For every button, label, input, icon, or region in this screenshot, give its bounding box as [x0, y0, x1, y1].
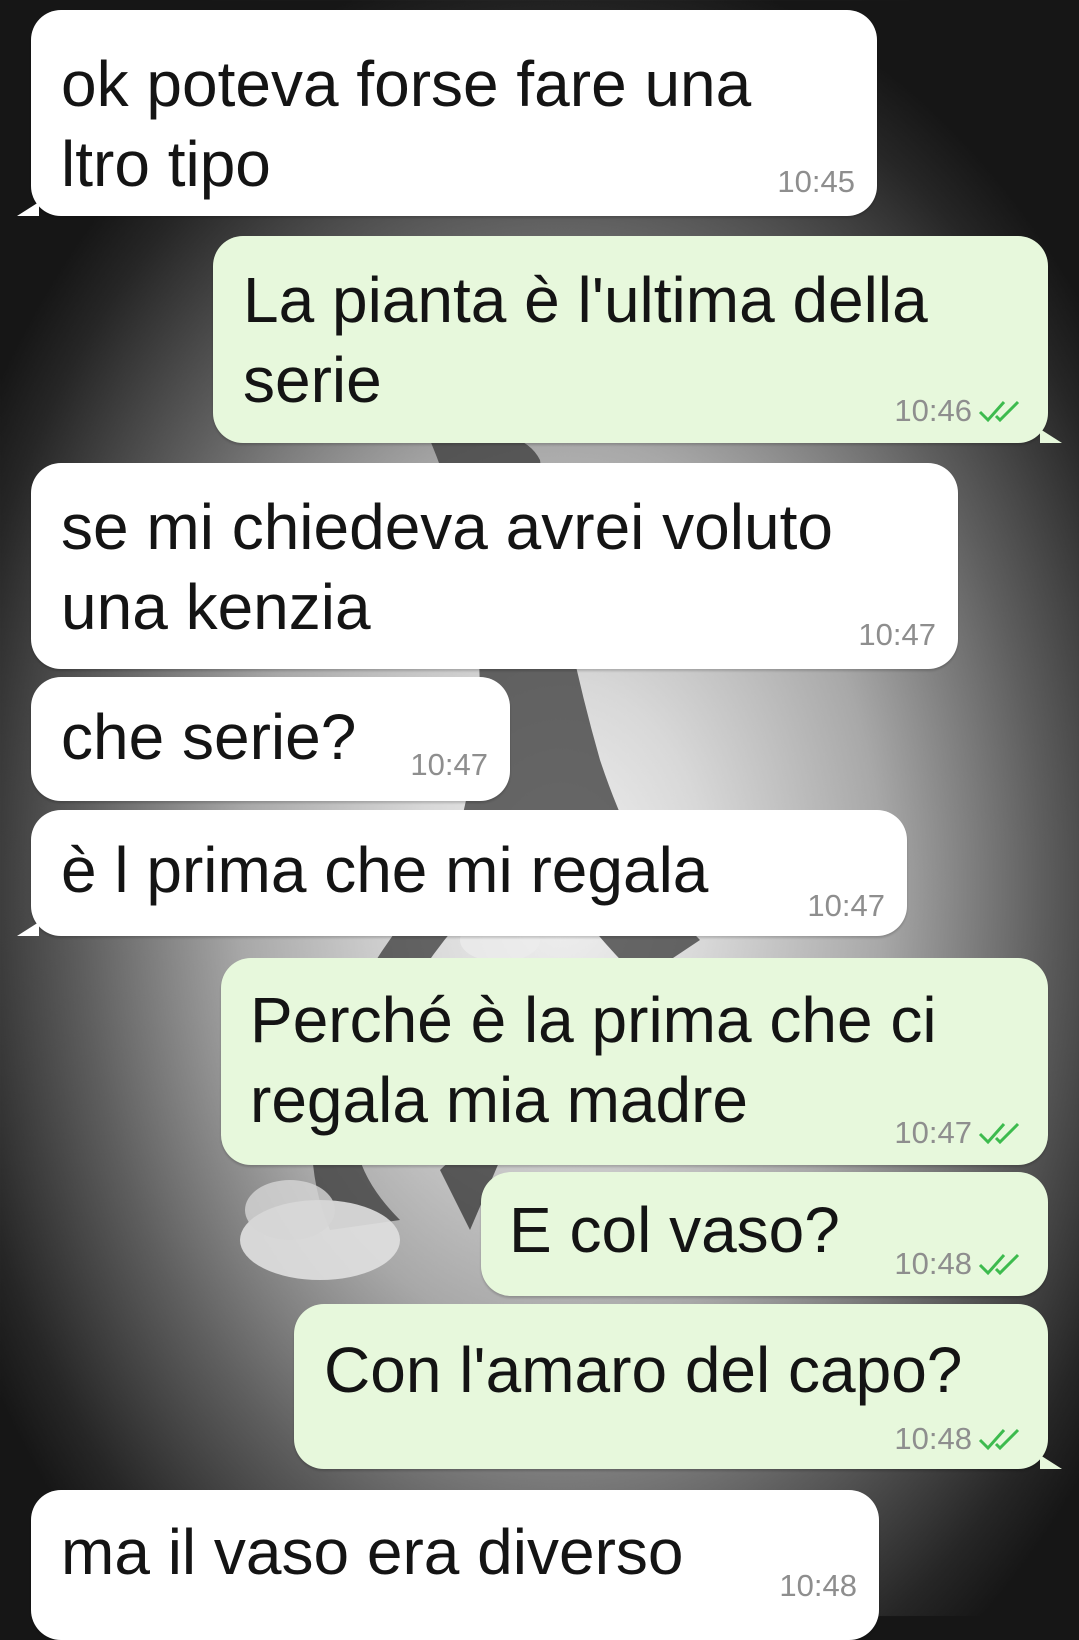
- message-text: Con l'amaro del capo?: [324, 1334, 963, 1406]
- message-timestamp: 10:47: [807, 888, 885, 923]
- double-check-icon: [978, 400, 1020, 423]
- message-bubble-incoming[interactable]: che serie? 10:47: [31, 677, 510, 801]
- message-text: che serie?: [61, 701, 357, 773]
- message-timestamp: 10:48: [894, 1421, 972, 1456]
- message-text: se mi chiedeva avrei voluto una kenzia: [61, 491, 833, 643]
- message-meta: 10:45: [777, 164, 855, 200]
- message-meta: 10:48: [894, 1246, 1028, 1282]
- double-check-icon: [978, 1122, 1020, 1145]
- double-check-icon: [978, 1428, 1020, 1451]
- message-text: ma il vaso era diverso: [61, 1516, 684, 1588]
- message-timestamp: 10:47: [410, 747, 488, 782]
- message-meta: 10:47: [410, 747, 488, 783]
- message-timestamp: 10:48: [894, 1246, 972, 1281]
- message-bubble-outgoing[interactable]: Con l'amaro del capo? 10:48: [294, 1304, 1062, 1469]
- message-meta: 10:47: [807, 888, 885, 924]
- message-text: La pianta è l'ultima della serie: [243, 264, 928, 416]
- message-bubble-incoming[interactable]: ok poteva forse fare una ltro tipo 10:45: [17, 10, 877, 216]
- message-meta: 10:48: [894, 1421, 1028, 1457]
- message-meta: 10:47: [858, 617, 936, 653]
- message-bubble-incoming[interactable]: ma il vaso era diverso 10:48: [31, 1490, 879, 1640]
- message-bubble-incoming[interactable]: se mi chiedeva avrei voluto una kenzia 1…: [31, 463, 958, 669]
- message-bubble-outgoing[interactable]: Perché è la prima che ci regala mia madr…: [221, 958, 1048, 1165]
- message-meta: 10:46: [894, 393, 1028, 429]
- message-timestamp: 10:48: [779, 1568, 857, 1603]
- message-timestamp: 10:47: [894, 1115, 972, 1150]
- message-timestamp: 10:46: [894, 393, 972, 428]
- message-text: è l prima che mi regala: [61, 834, 709, 906]
- message-meta: 10:47: [894, 1115, 1028, 1151]
- message-timestamp: 10:47: [858, 617, 936, 652]
- message-timestamp: 10:45: [777, 164, 855, 199]
- double-check-icon: [978, 1253, 1020, 1276]
- message-text: E col vaso?: [509, 1194, 840, 1266]
- message-meta: 10:48: [779, 1568, 857, 1604]
- message-text: Perché è la prima che ci regala mia madr…: [250, 984, 937, 1136]
- message-text: ok poteva forse fare una ltro tipo: [61, 48, 752, 200]
- message-bubble-outgoing[interactable]: E col vaso? 10:48: [481, 1172, 1048, 1296]
- message-bubble-outgoing[interactable]: La pianta è l'ultima della serie 10:46: [213, 236, 1062, 443]
- message-bubble-incoming[interactable]: è l prima che mi regala 10:47: [17, 810, 907, 936]
